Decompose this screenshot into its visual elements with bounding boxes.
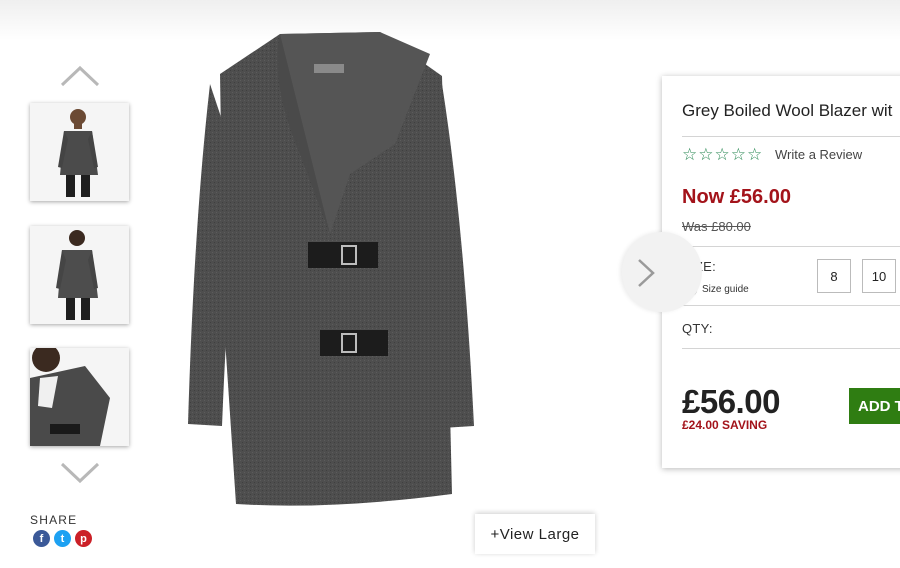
rating-stars: ☆ ☆ ☆ ☆ ☆ bbox=[682, 146, 762, 163]
add-to-bag-button[interactable]: ADD T bbox=[849, 388, 900, 424]
current-price: £56.00 bbox=[682, 383, 780, 420]
thumbnail-scroll-down-button[interactable] bbox=[58, 460, 102, 486]
size-option-8[interactable]: 8 bbox=[817, 259, 851, 293]
thumbnail-back[interactable] bbox=[30, 226, 129, 324]
divider bbox=[682, 305, 900, 306]
main-product-image[interactable] bbox=[180, 24, 480, 524]
divider bbox=[682, 246, 900, 247]
divider bbox=[682, 136, 900, 137]
divider bbox=[682, 348, 900, 349]
star-outline-icon: ☆ bbox=[747, 145, 763, 164]
size-guide-label: Size guide bbox=[702, 284, 749, 295]
chevron-right-icon bbox=[638, 259, 655, 287]
qty-label: QTY: bbox=[682, 321, 713, 336]
was-price: Was £80.00 bbox=[682, 219, 751, 234]
saving-amount: £24.00 SAVING bbox=[682, 418, 768, 432]
star-outline-icon: ☆ bbox=[682, 145, 698, 164]
share-icons: f t p bbox=[33, 530, 92, 547]
now-price: Now £56.00 bbox=[682, 186, 791, 208]
chevron-up-icon bbox=[60, 65, 100, 87]
share-label: SHARE bbox=[30, 513, 78, 527]
size-option-10[interactable]: 10 bbox=[862, 259, 896, 293]
view-large-button[interactable]: +View Large bbox=[475, 514, 595, 554]
star-outline-icon: ☆ bbox=[714, 145, 730, 164]
thumbnail-detail[interactable] bbox=[30, 348, 129, 446]
write-review-link[interactable]: Write a Review bbox=[775, 147, 862, 162]
pinterest-icon[interactable]: p bbox=[75, 530, 92, 547]
thumbnail-scroll-up-button[interactable] bbox=[58, 63, 102, 89]
star-outline-icon: ☆ bbox=[698, 145, 714, 164]
twitter-icon[interactable]: t bbox=[54, 530, 71, 547]
product-title: Grey Boiled Wool Blazer wit bbox=[682, 101, 893, 120]
star-outline-icon: ☆ bbox=[730, 145, 746, 164]
thumbnail-front[interactable] bbox=[30, 103, 129, 201]
chevron-down-icon bbox=[60, 462, 100, 484]
facebook-icon[interactable]: f bbox=[33, 530, 50, 547]
next-product-button[interactable] bbox=[622, 232, 702, 312]
